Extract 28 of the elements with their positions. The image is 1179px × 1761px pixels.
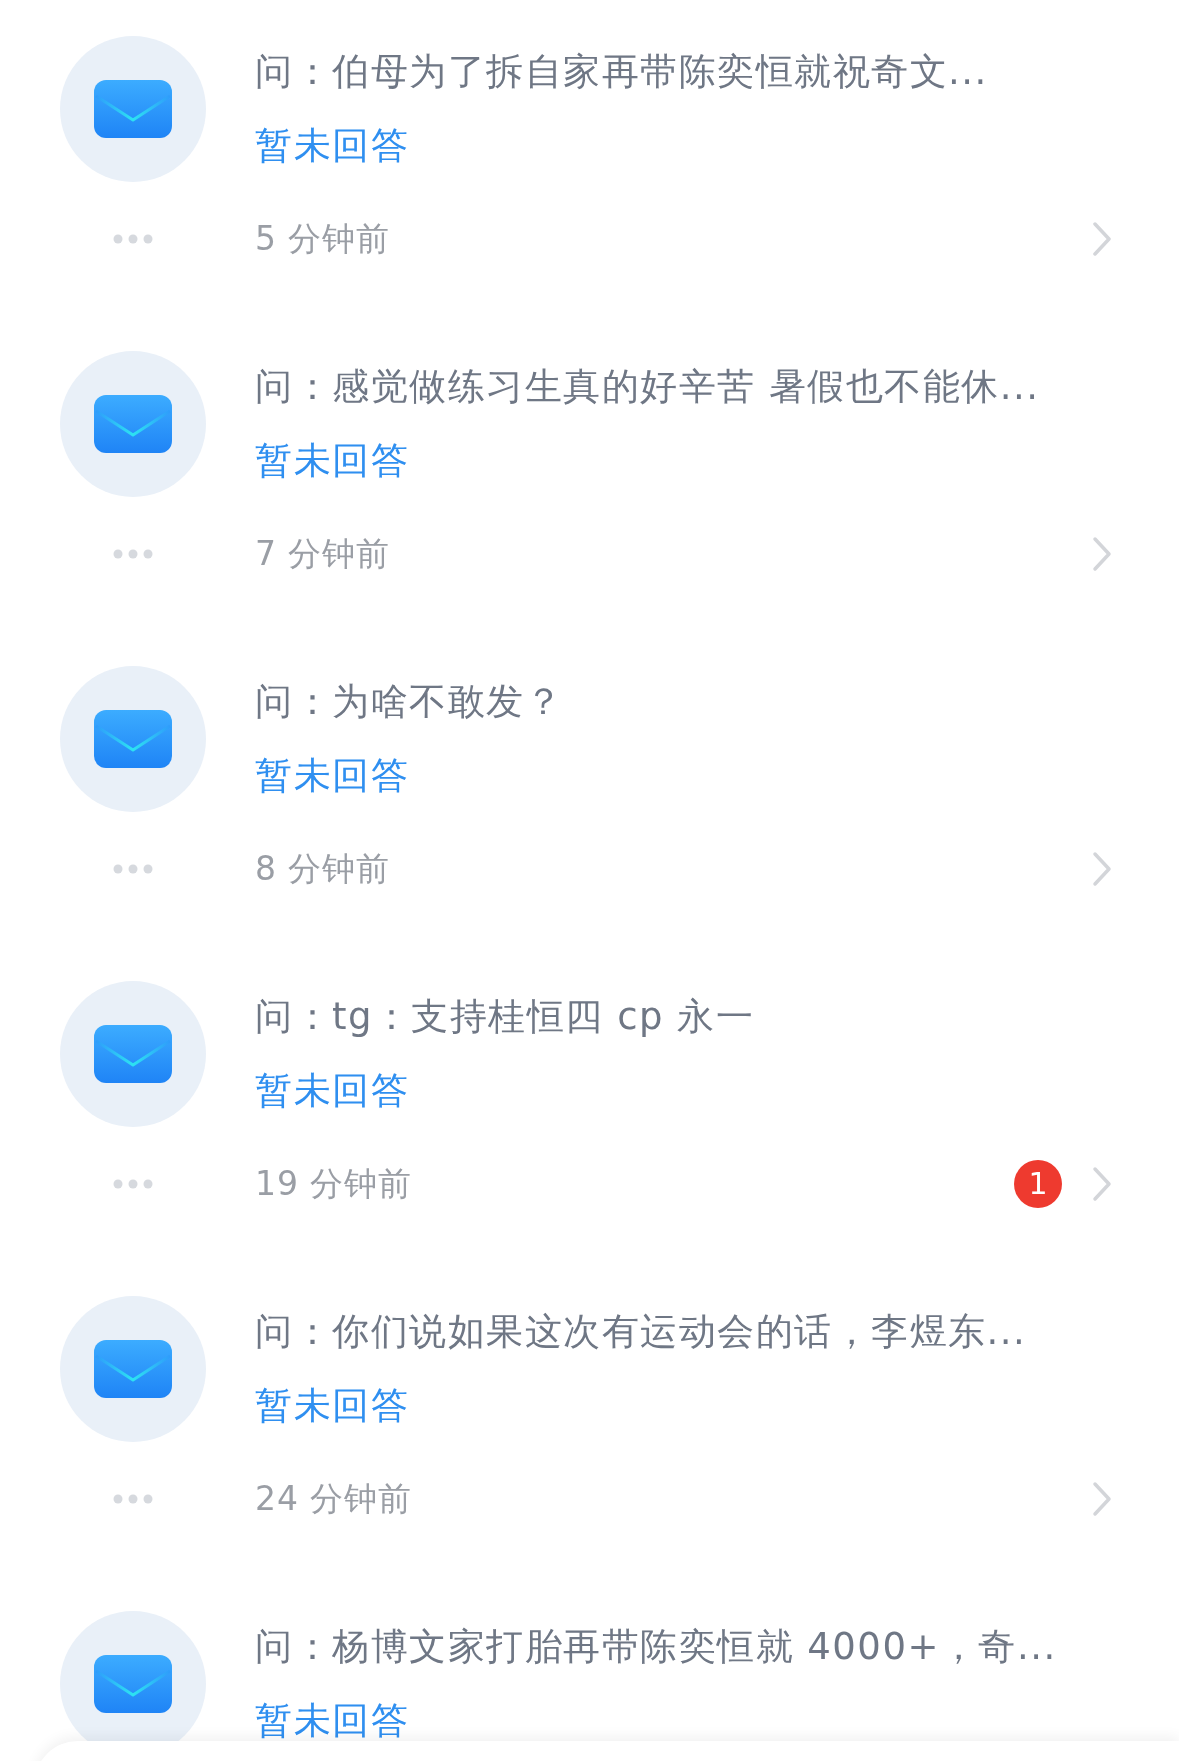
time-text: 5 分钟前 — [255, 218, 391, 260]
answer-status: 暂未回答 — [255, 123, 409, 169]
more-icon[interactable] — [113, 1494, 153, 1504]
answer-status: 暂未回答 — [255, 1068, 409, 1114]
question-text: 问：你们说如果这次有运动会的话，李煜东... — [255, 1309, 1028, 1355]
time-text: 19 分钟前 — [255, 1163, 413, 1205]
more-icon[interactable] — [113, 864, 153, 874]
more-icon[interactable] — [113, 234, 153, 244]
chevron-right-icon[interactable] — [1092, 536, 1112, 572]
more-icon[interactable] — [113, 1179, 153, 1189]
chevron-right-icon[interactable] — [1092, 221, 1112, 257]
time-text: 8 分钟前 — [255, 848, 391, 890]
answer-status: 暂未回答 — [255, 438, 409, 484]
chevron-right-icon[interactable] — [1092, 1166, 1112, 1202]
question-text: 问：杨博文家打胎再带陈奕恒就 4000+，奇... — [255, 1624, 1058, 1670]
answer-status: 暂未回答 — [255, 1383, 409, 1429]
time-text: 24 分钟前 — [255, 1478, 413, 1520]
unread-badge: 1 — [1014, 1160, 1062, 1208]
more-icon[interactable] — [113, 549, 153, 559]
answer-status: 暂未回答 — [255, 1698, 409, 1744]
question-text: 问：伯母为了拆自家再带陈奕恒就祝奇文... — [255, 49, 989, 95]
question-text: 问：tg：支持桂恒四 cp 永一 — [255, 994, 756, 1040]
time-text: 7 分钟前 — [255, 533, 391, 575]
chevron-right-icon[interactable] — [1092, 851, 1112, 887]
chevron-right-icon[interactable] — [1092, 1481, 1112, 1517]
answer-status: 暂未回答 — [255, 753, 409, 799]
question-text: 问：为啥不敢发？ — [255, 679, 564, 725]
question-text: 问：感觉做练习生真的好辛苦 暑假也不能休... — [255, 364, 1041, 410]
